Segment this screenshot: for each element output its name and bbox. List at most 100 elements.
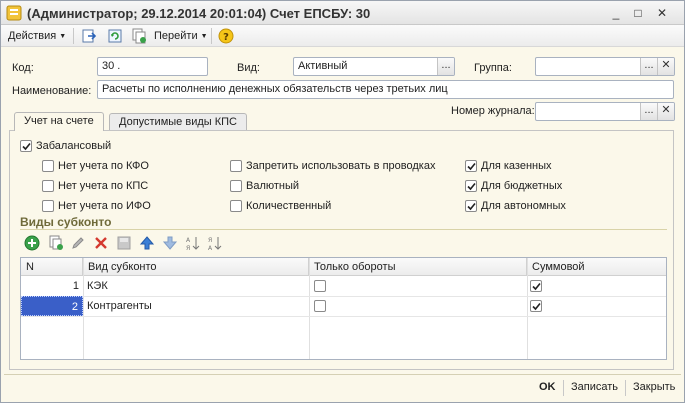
subconto-table: N Вид субконто Только обороты Суммовой 1… [20,257,667,360]
off-balance-label: Забалансовый [36,140,112,152]
journal-clear-button[interactable]: ✕ [657,103,674,120]
goto-label: Перейти [154,30,198,42]
quantitative-label: Количественный [246,200,332,212]
column-divider [309,258,310,359]
subconto-section-title: Виды субконто [20,215,112,229]
currency-checkbox[interactable] [230,180,242,192]
footer-separator [563,380,564,396]
add-icon[interactable] [24,235,40,251]
sort-desc-icon[interactable]: Я A [207,235,223,251]
journal-label: Номер журнала: [451,105,535,117]
tab-account-accounting[interactable]: Учет на счете [14,112,104,131]
column-header-sum[interactable]: Суммовой [527,258,666,276]
check-icon [532,302,541,311]
check-icon [467,202,476,211]
column-header-n[interactable]: N [21,258,83,276]
help-icon[interactable]: ? [218,28,234,44]
refresh-icon[interactable] [107,28,123,44]
kind-select-button[interactable]: ... [437,58,454,75]
no-kfo-label: Нет учета по КФО [58,160,149,172]
toolbar-separator [73,28,74,44]
for-state-label: Для казенных [481,160,552,172]
no-ifo-checkbox[interactable] [42,200,54,212]
title-bar: (Администратор; 29.12.2014 20:01:04) Сче… [1,1,684,25]
for-budget-label: Для бюджетных [481,180,563,192]
svg-text:Я: Я [186,245,190,251]
code-field[interactable]: 30 . [97,57,208,76]
check-icon [532,282,541,291]
turnover-only-checkbox[interactable] [314,280,326,292]
close-window-button[interactable]: ✕ [653,5,671,21]
save-button[interactable]: Записать [571,381,618,393]
for-budget-checkbox[interactable] [465,180,477,192]
no-kps-checkbox[interactable] [42,180,54,192]
move-down-icon[interactable] [162,235,178,251]
toolbar: Действия ▼ Перейти ▼ ? [1,25,684,47]
group-field[interactable]: ... ✕ [535,57,675,76]
name-field[interactable]: Расчеты по исполнению денежных обязатель… [97,80,674,99]
window-title: (Администратор; 29.12.2014 20:01:04) Сче… [27,6,371,21]
post-icon[interactable] [81,28,97,44]
currency-label: Валютный [246,180,300,192]
sum-checkbox[interactable] [530,300,542,312]
ok-button[interactable]: OK [539,381,556,393]
name-label: Наименование: [12,85,92,97]
tab-allowed-kps[interactable]: Допустимые виды КПС [109,113,247,131]
row-number-selected: 2 [21,296,83,316]
group-clear-button[interactable]: ✕ [657,58,674,75]
svg-text:A: A [186,237,191,244]
forbid-postings-checkbox[interactable] [230,160,242,172]
toolbar-separator [211,28,212,44]
kind-value: Активный [298,60,348,72]
check-icon [22,142,31,151]
copy-icon[interactable] [131,28,147,44]
no-ifo-label: Нет учета по ИФО [58,200,151,212]
no-kps-label: Нет учета по КПС [58,180,149,192]
svg-text:A: A [208,245,213,251]
actions-menu[interactable]: Действия ▼ [8,28,66,44]
caret-down-icon: ▼ [59,33,67,40]
svg-text:?: ? [223,32,229,43]
column-divider [527,258,528,359]
save-icon[interactable] [116,235,132,251]
no-kfo-checkbox[interactable] [42,160,54,172]
turnover-only-checkbox[interactable] [314,300,326,312]
quantitative-checkbox[interactable] [230,200,242,212]
app-icon [6,5,22,21]
column-header-kind[interactable]: Вид субконто [83,258,309,276]
group-select-button[interactable]: ... [640,58,657,75]
group-label: Группа: [474,62,512,74]
move-up-icon[interactable] [139,235,155,251]
forbid-postings-label: Запретить использовать в проводках [246,160,436,172]
subconto-kind-cell[interactable]: КЭК [83,276,309,296]
kind-label: Вид: [237,62,260,74]
kind-field[interactable]: Активный ... [293,57,455,76]
edit-icon[interactable] [70,235,86,251]
copy-row-icon[interactable] [48,235,64,251]
column-header-turnover-only[interactable]: Только обороты [309,258,527,276]
code-label: Код: [12,62,34,74]
close-button[interactable]: Закрыть [633,381,675,393]
maximize-button[interactable]: □ [629,5,647,21]
sort-asc-icon[interactable]: A Я [185,235,201,251]
caret-down-icon: ▼ [200,33,208,40]
footer-divider [4,374,681,375]
account-form-window: (Администратор; 29.12.2014 20:01:04) Сче… [0,0,685,403]
subconto-kind-cell[interactable]: Контрагенты [83,296,309,316]
journal-field[interactable]: ... ✕ [535,102,675,121]
row-number: 1 [72,280,79,292]
check-icon [467,182,476,191]
check-icon [467,162,476,171]
delete-icon[interactable] [93,235,109,251]
section-divider [20,229,667,230]
for-autonomous-label: Для автономных [481,200,566,212]
footer-separator [625,380,626,396]
goto-menu[interactable]: Перейти ▼ [154,28,208,44]
svg-text:Я: Я [208,237,212,244]
for-state-checkbox[interactable] [465,160,477,172]
for-autonomous-checkbox[interactable] [465,200,477,212]
journal-select-button[interactable]: ... [640,103,657,120]
sum-checkbox[interactable] [530,280,542,292]
off-balance-checkbox[interactable] [20,140,32,152]
minimize-button[interactable]: _ [607,5,625,21]
